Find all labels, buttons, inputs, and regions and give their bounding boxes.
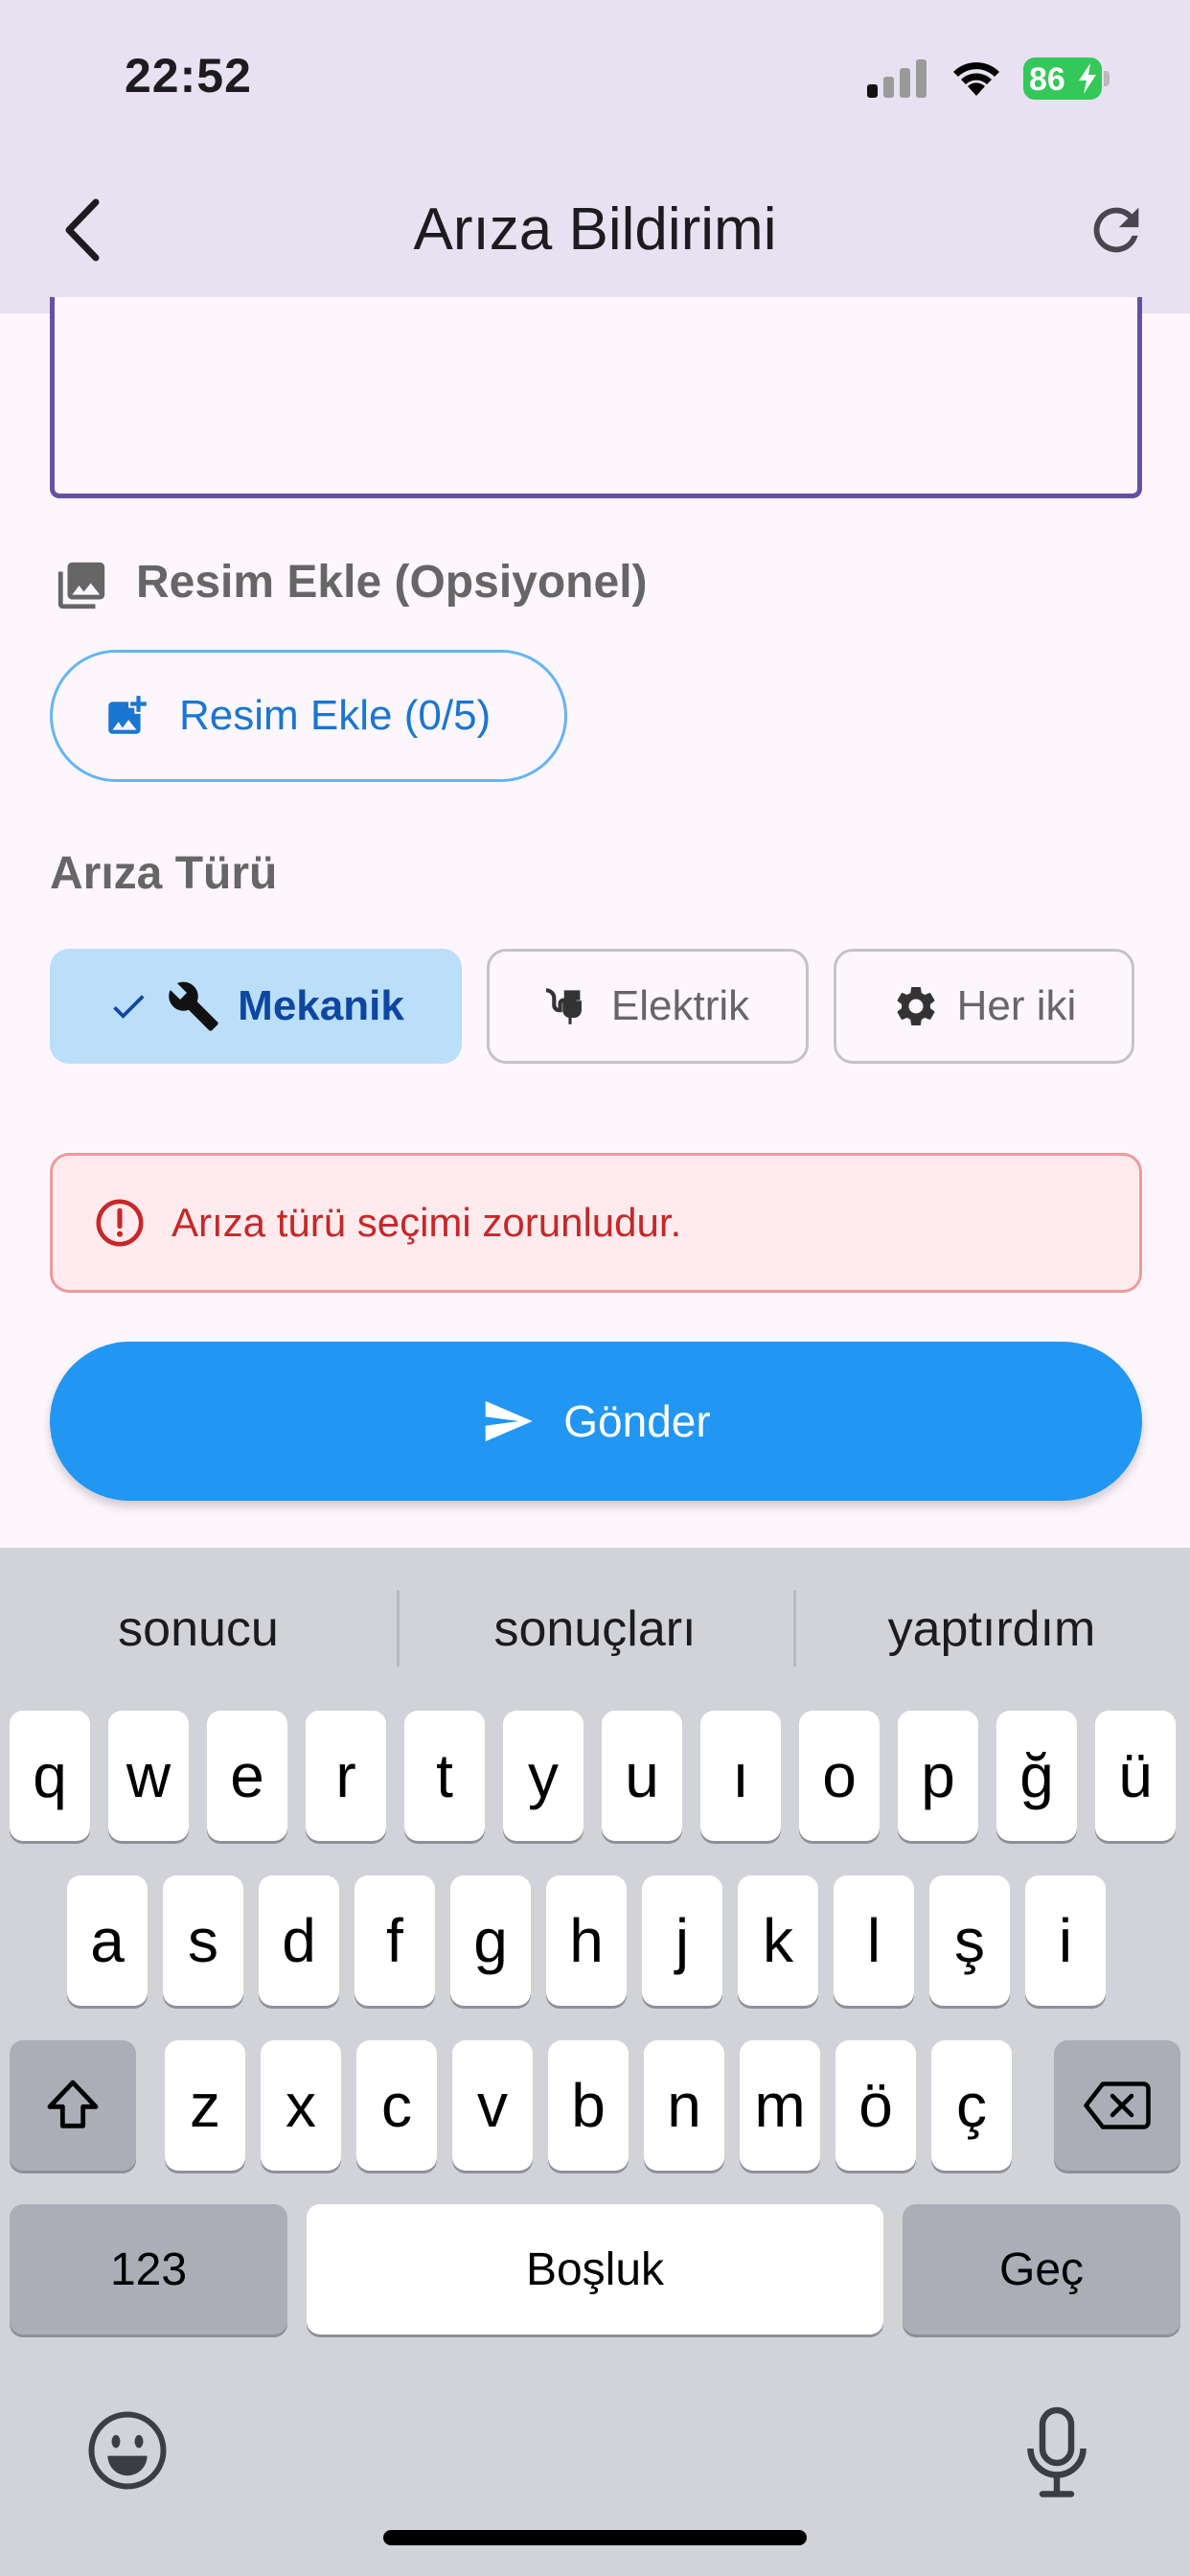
key-w[interactable]: w: [108, 1711, 189, 1841]
key-c[interactable]: c: [356, 2040, 437, 2171]
page-title: Arıza Bildirimi: [413, 196, 777, 263]
key-y[interactable]: y: [503, 1711, 584, 1841]
shift-key[interactable]: [10, 2040, 136, 2171]
key-a[interactable]: a: [67, 1875, 148, 2006]
description-field[interactable]: [50, 297, 1142, 498]
key-h[interactable]: h: [546, 1875, 627, 2006]
dictation-button[interactable]: [1023, 2405, 1090, 2501]
send-button-label: Gönder: [563, 1396, 711, 1446]
key-m[interactable]: m: [740, 2040, 820, 2171]
key-o[interactable]: o: [799, 1711, 880, 1841]
key-k[interactable]: k: [738, 1875, 818, 2006]
key-v[interactable]: v: [452, 2040, 533, 2171]
status-time: 22:52: [125, 49, 252, 103]
key-n[interactable]: n: [644, 2040, 724, 2171]
chip-elektrik[interactable]: Elektrik: [487, 949, 809, 1064]
error-message-box: Arıza türü seçimi zorunludur.: [50, 1153, 1142, 1293]
key-b[interactable]: b: [548, 2040, 629, 2171]
add-photo-icon: [108, 696, 147, 734]
suggestion-1[interactable]: sonucu: [0, 1548, 397, 1711]
gear-icon: [897, 987, 935, 1025]
key-g-breve[interactable]: ğ: [996, 1711, 1077, 1841]
key-p[interactable]: p: [898, 1711, 978, 1841]
refresh-button[interactable]: [1083, 196, 1150, 264]
key-dotless-i[interactable]: ı: [700, 1711, 781, 1841]
home-indicator: [383, 2530, 807, 2545]
key-z[interactable]: z: [165, 2040, 245, 2171]
chip-her-iki[interactable]: Her iki: [834, 949, 1134, 1064]
return-key[interactable]: Geç: [903, 2204, 1180, 2334]
send-icon: [485, 1401, 533, 1441]
key-x[interactable]: x: [261, 2040, 341, 2171]
key-f[interactable]: f: [355, 1875, 435, 2006]
error-icon: [96, 1199, 144, 1247]
chip-mekanik[interactable]: Mekanik: [50, 949, 462, 1064]
check-icon: [113, 995, 145, 1019]
add-image-button[interactable]: Resim Ekle (0/5): [50, 650, 567, 782]
backspace-icon: [1084, 2082, 1151, 2129]
key-o-umlaut[interactable]: ö: [835, 2040, 916, 2171]
key-i[interactable]: i: [1025, 1875, 1106, 2006]
battery-level: 86: [1029, 61, 1065, 98]
suggestion-3[interactable]: yaptırdım: [793, 1548, 1190, 1711]
keyboard-suggestion-bar: sonucu sonuçları yaptırdım: [0, 1548, 1190, 1711]
wrench-icon: [169, 981, 218, 1031]
backspace-key[interactable]: [1054, 2040, 1180, 2171]
chip-elektrik-label: Elektrik: [610, 982, 750, 1029]
key-u[interactable]: u: [602, 1711, 682, 1841]
key-s-cedilla[interactable]: ş: [929, 1875, 1010, 2006]
image-section-label: Resim Ekle (Opsiyonel): [136, 557, 648, 608]
shift-icon: [47, 2080, 99, 2128]
emoji-button[interactable]: [84, 2407, 171, 2494]
fault-type-label: Arıza Türü: [50, 848, 278, 899]
numbers-key[interactable]: 123: [10, 2204, 287, 2334]
key-u-umlaut[interactable]: ü: [1095, 1711, 1176, 1841]
space-key[interactable]: Boşluk: [307, 2204, 883, 2334]
key-d[interactable]: d: [259, 1875, 339, 2006]
microphone-icon: [1027, 2406, 1087, 2497]
key-e[interactable]: e: [207, 1711, 287, 1841]
key-g[interactable]: g: [450, 1875, 531, 2006]
key-l[interactable]: l: [834, 1875, 914, 2006]
key-q[interactable]: q: [10, 1711, 90, 1841]
battery-icon: 86: [1023, 58, 1110, 100]
key-s[interactable]: s: [163, 1875, 243, 2006]
key-c-cedilla[interactable]: ç: [931, 2040, 1012, 2171]
key-t[interactable]: t: [404, 1711, 485, 1841]
emoji-icon: [88, 2411, 167, 2490]
photo-library-icon: [57, 562, 105, 610]
add-image-label: Resim Ekle (0/5): [179, 692, 492, 739]
wifi-icon: [953, 62, 999, 96]
electrical-plug-icon: [545, 988, 582, 1024]
chip-mekanik-label: Mekanik: [238, 982, 404, 1029]
refresh-icon: [1093, 207, 1139, 253]
cellular-signal-icon: [867, 58, 927, 98]
suggestion-2[interactable]: sonuçları: [397, 1548, 793, 1711]
key-r[interactable]: r: [306, 1711, 386, 1841]
error-message-text: Arıza türü seçimi zorunludur.: [172, 1200, 682, 1245]
app-bar: 22:52 86 Arıza Bildirimi: [0, 0, 1190, 313]
chip-her-iki-label: Her iki: [956, 982, 1077, 1029]
key-j[interactable]: j: [642, 1875, 722, 2006]
send-button[interactable]: Gönder: [50, 1342, 1142, 1501]
